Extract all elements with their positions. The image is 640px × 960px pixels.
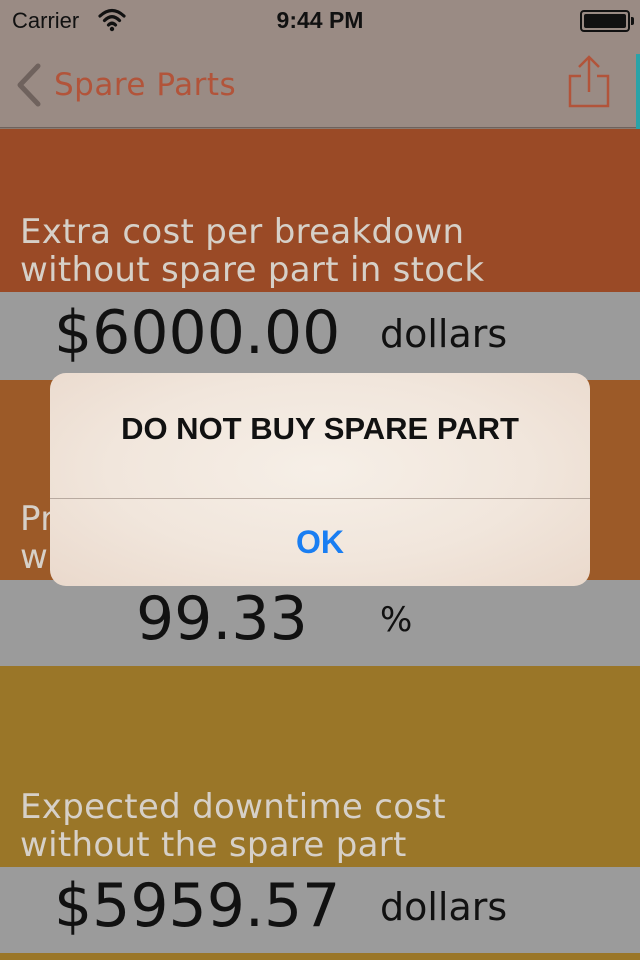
value-text: $5959.57: [54, 871, 341, 941]
back-button[interactable]: Spare Parts: [14, 62, 236, 108]
section-label: Expected downtime cost without the spare…: [20, 788, 446, 864]
unit-label: dollars: [380, 312, 508, 356]
unit-label: dollars: [380, 885, 508, 929]
unit-label: %: [380, 600, 413, 640]
label-line: Extra cost per breakdown: [20, 212, 465, 252]
status-bar: Carrier 9:44 PM: [0, 0, 640, 40]
value-field[interactable]: $5959.57 dollars: [0, 867, 640, 953]
value-field[interactable]: $6000.00 dollars: [0, 292, 640, 380]
back-label: Spare Parts: [54, 67, 237, 103]
section-extra-cost: Extra cost per breakdown without spare p…: [0, 129, 640, 380]
navigation-bar: Spare Parts: [0, 40, 640, 168]
label-line: without the spare part: [20, 825, 407, 865]
alert-dialog: DO NOT BUY SPARE PART OK: [50, 373, 590, 586]
ok-button[interactable]: OK: [50, 499, 590, 586]
label-line: without spare part in stock: [20, 250, 485, 290]
clock: 9:44 PM: [276, 7, 364, 33]
alert-title: DO NOT BUY SPARE PART: [121, 411, 519, 446]
value-field[interactable]: 99.33 %: [0, 580, 640, 666]
label-line: Expected downtime cost: [20, 787, 446, 827]
value-text: 99.33: [136, 584, 308, 654]
battery-icon: [580, 10, 634, 32]
section-downtime-cost: Expected downtime cost without the spare…: [0, 666, 640, 960]
section-label: Extra cost per breakdown without spare p…: [20, 213, 484, 289]
value-text: $6000.00: [54, 298, 341, 368]
share-icon[interactable]: [566, 54, 612, 110]
chevron-left-icon: [17, 63, 41, 107]
